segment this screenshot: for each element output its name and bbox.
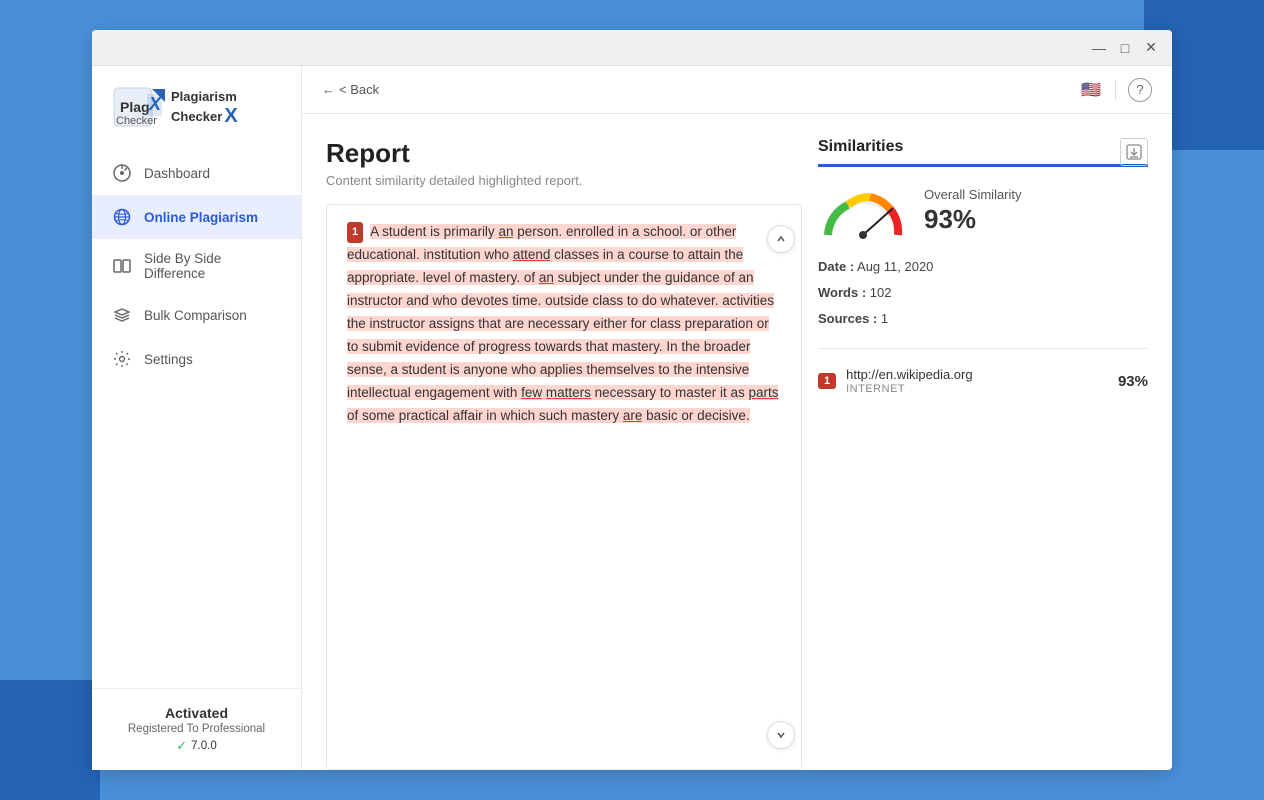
layers-icon [112, 305, 132, 325]
export-button[interactable] [1120, 138, 1148, 166]
topbar-divider [1115, 80, 1116, 100]
highlighted-text-1: A student is primarily [370, 224, 498, 239]
back-button[interactable]: ← < Back [322, 82, 379, 97]
highlighted-text-4: attend [513, 247, 551, 262]
source-info-1: http://en.wikipedia.org INTERNET [846, 367, 1108, 395]
back-label: < Back [339, 82, 379, 97]
sidebar-item-dashboard[interactable]: Dashboard [92, 151, 301, 195]
logo-line1: Plagiarism [171, 89, 238, 105]
version-label: ✓ 7.0.0 [108, 738, 285, 754]
source-divider [818, 348, 1148, 349]
source-url-1[interactable]: http://en.wikipedia.org [846, 367, 1108, 382]
columns-icon [112, 256, 132, 276]
highlighted-text-6: an [539, 270, 554, 285]
highlighted-text-10: parts [748, 385, 778, 400]
gauge-chart [818, 183, 908, 238]
overall-sim-percent: 93% [924, 204, 1022, 235]
language-flag[interactable]: 🇺🇸 [1079, 82, 1103, 98]
sources-value: 1 [881, 311, 888, 326]
minimize-button[interactable]: — [1086, 35, 1112, 61]
overall-sim-label: Overall Similarity [924, 187, 1022, 202]
date-value: Aug 11, 2020 [857, 259, 933, 274]
sidebar-item-settings[interactable]: Settings [92, 337, 301, 381]
svg-text:Plag: Plag [120, 99, 150, 115]
svg-text:Checker: Checker [116, 115, 157, 127]
source-item-1: 1 http://en.wikipedia.org INTERNET 93% [818, 361, 1148, 401]
report-section: Report Content similarity detailed highl… [326, 138, 802, 770]
app-body: Plag Checker X Plagiarism Checker X [92, 66, 1172, 770]
report-subtitle: Content similarity detailed highlighted … [326, 173, 802, 188]
gauge-area: Overall Similarity 93% [818, 183, 1148, 238]
meta-words: Words : 102 [818, 280, 1148, 306]
similarities-panel: Similarities [818, 138, 1148, 770]
words-label: Words : [818, 285, 866, 300]
maximize-button[interactable]: □ [1112, 35, 1138, 61]
sidebar-label-settings: Settings [144, 352, 193, 367]
meta-sources: Sources : 1 [818, 306, 1148, 332]
highlighted-text-7: subject under the guidance of an instruc… [347, 270, 774, 400]
sidebar-label-dashboard: Dashboard [144, 166, 210, 181]
report-scroll-area: 1 A student is primarily an person. enro… [326, 204, 802, 770]
report-title: Report [326, 138, 802, 169]
date-label: Date : [818, 259, 854, 274]
logo-icon: Plag Checker X [112, 86, 167, 131]
help-button[interactable]: ? [1128, 78, 1152, 102]
version-number: 7.0.0 [191, 740, 217, 752]
sidebar-label-bulk-comparison: Bulk Comparison [144, 308, 247, 323]
globe-icon [112, 207, 132, 227]
meta-info: Date : Aug 11, 2020 Words : 102 Sources … [818, 254, 1148, 332]
source-num-badge-1: 1 [818, 373, 836, 389]
logo-line2: Checker [171, 109, 222, 125]
sidebar-label-side-by-side: Side By Side Difference [144, 251, 281, 281]
highlighted-text-8: few [521, 385, 542, 400]
words-value: 102 [870, 285, 892, 300]
logo-area: Plag Checker X Plagiarism Checker X [92, 76, 301, 151]
source-pct-1: 93% [1118, 373, 1148, 390]
report-text-content: 1 A student is primarily an person. enro… [327, 205, 801, 769]
sidebar-label-online-plagiarism: Online Plagiarism [144, 210, 258, 225]
back-chevron: ← [322, 82, 335, 97]
sources-label: Sources : [818, 311, 877, 326]
check-icon: ✓ [176, 738, 187, 754]
source-badge-1: 1 [347, 222, 363, 243]
sidebar-item-bulk-comparison[interactable]: Bulk Comparison [92, 293, 301, 337]
title-bar: — □ ✕ [92, 30, 1172, 66]
similarities-header: Similarities [818, 138, 1148, 167]
highlighted-text-9: matters [546, 385, 591, 400]
highlighted-text-2: an [498, 224, 513, 239]
main-content: ← < Back 🇺🇸 ? [302, 66, 1172, 770]
gear-icon [112, 349, 132, 369]
svg-text:X: X [148, 94, 162, 114]
sidebar-item-side-by-side[interactable]: Side By Side Difference [92, 239, 301, 293]
content-area: Report Content similarity detailed highl… [302, 114, 1172, 770]
registered-label: Registered To Professional [108, 723, 285, 735]
overall-similarity-info: Overall Similarity 93% [924, 187, 1022, 235]
sidebar-item-online-plagiarism[interactable]: Online Plagiarism [92, 195, 301, 239]
dashboard-icon [112, 163, 132, 183]
meta-date: Date : Aug 11, 2020 [818, 254, 1148, 280]
highlighted-text-11: are [623, 408, 643, 423]
activated-label: Activated [108, 705, 285, 721]
sidebar: Plag Checker X Plagiarism Checker X [92, 66, 302, 770]
scroll-up-button[interactable] [767, 225, 795, 253]
scroll-down-button[interactable] [767, 721, 795, 749]
app-window: — □ ✕ Plag Checker X Pl [92, 30, 1172, 770]
source-type-1: INTERNET [846, 383, 1108, 395]
sidebar-footer: Activated Registered To Professional ✓ 7… [92, 688, 301, 770]
close-button[interactable]: ✕ [1138, 35, 1164, 61]
logo-x: X [224, 104, 237, 128]
top-bar: ← < Back 🇺🇸 ? [302, 66, 1172, 114]
